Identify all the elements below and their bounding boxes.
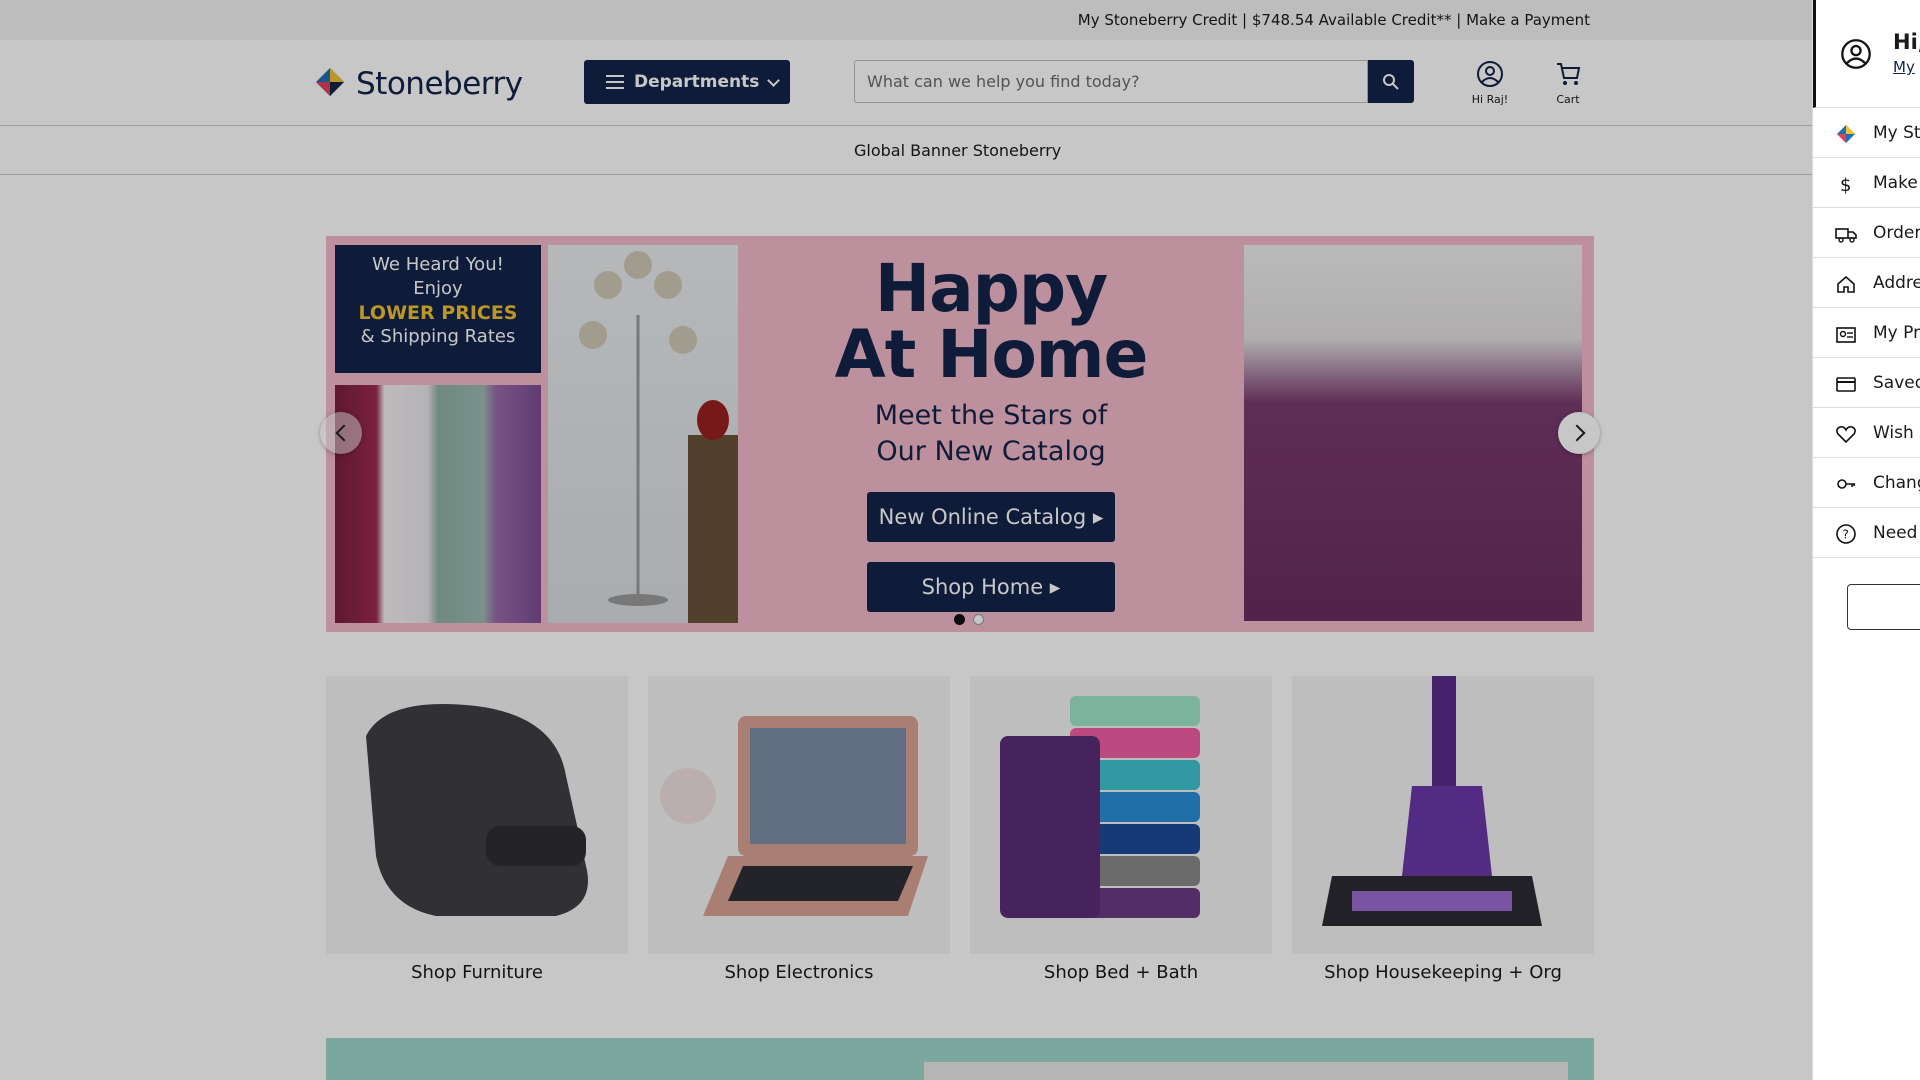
drawer-item-need-help[interactable]: ? Need xyxy=(1813,508,1920,558)
dollar-icon: $ xyxy=(1840,175,1851,195)
key-icon xyxy=(1837,479,1855,489)
truck-icon xyxy=(1835,228,1857,243)
profile-card-icon xyxy=(1836,327,1856,343)
user-circle-icon xyxy=(1841,39,1871,69)
home-icon xyxy=(1837,275,1855,293)
drawer-item-wish-list[interactable]: Wish L xyxy=(1813,408,1920,458)
drawer-header: Hi, My xyxy=(1813,0,1920,108)
drawer-item-saved-cards[interactable]: Saved xyxy=(1813,358,1920,408)
heart-icon xyxy=(1836,426,1856,444)
drawer-item-profile[interactable]: My Pr xyxy=(1813,308,1920,358)
drawer-item-make-payment[interactable]: $ Make xyxy=(1813,158,1920,208)
drawer-item-stoneberry-credit[interactable]: My Sto xyxy=(1813,108,1920,158)
drawer-action-button[interactable] xyxy=(1847,584,1920,630)
drawer-greeting: Hi, xyxy=(1893,30,1920,54)
drawer-item-change-password[interactable]: Chang xyxy=(1813,458,1920,508)
stoneberry-logo-icon xyxy=(1837,125,1855,143)
credit-card-icon xyxy=(1836,377,1856,392)
svg-text:$: $ xyxy=(1840,175,1851,195)
my-account-link[interactable]: My xyxy=(1893,58,1915,76)
svg-text:?: ? xyxy=(1843,528,1849,542)
drawer-item-orders[interactable]: Order xyxy=(1813,208,1920,258)
help-circle-icon: ? xyxy=(1836,524,1856,544)
drawer-item-addresses[interactable]: Addre xyxy=(1813,258,1920,308)
account-drawer: Hi, My My Sto $ Make Order Addre My Pr S… xyxy=(1812,0,1920,1080)
modal-overlay[interactable] xyxy=(0,0,1920,1080)
